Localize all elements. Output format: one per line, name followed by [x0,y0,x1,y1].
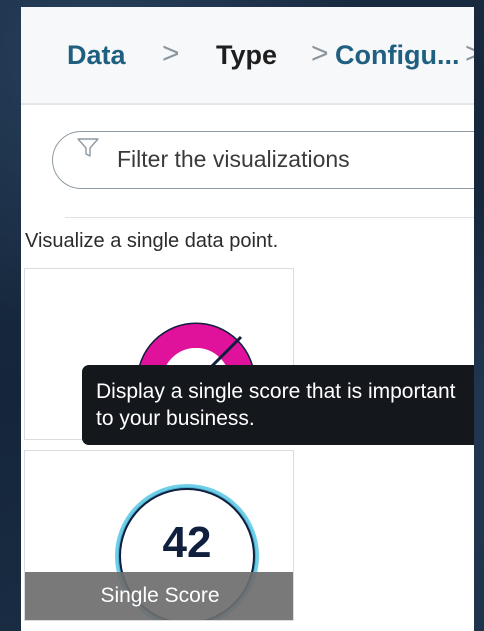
breadcrumb-step-type[interactable]: Type [216,39,277,71]
section-description: Visualize a single data point. [25,230,279,252]
score-value: 42 [162,518,212,567]
visualization-type-panel: Data > Type > Configu... > Visualize a s… [21,7,474,631]
tooltip: Display a single score that is important… [82,365,474,445]
filter-input[interactable] [117,143,474,175]
breadcrumb: Data > Type > Configu... > [21,7,474,105]
breadcrumb-chevron-icon: > [465,37,474,70]
breadcrumb-chevron-icon: > [162,37,180,70]
divider [65,217,474,218]
filter-funnel-icon [77,138,99,157]
card-label: Single Score [25,572,293,620]
breadcrumb-step-configure[interactable]: Configu... [335,39,459,71]
visualization-card-single-score[interactable]: 42 Single Score [24,450,294,621]
filter-field[interactable] [52,131,474,189]
breadcrumb-step-data[interactable]: Data [67,39,126,71]
breadcrumb-chevron-icon: > [311,37,329,70]
